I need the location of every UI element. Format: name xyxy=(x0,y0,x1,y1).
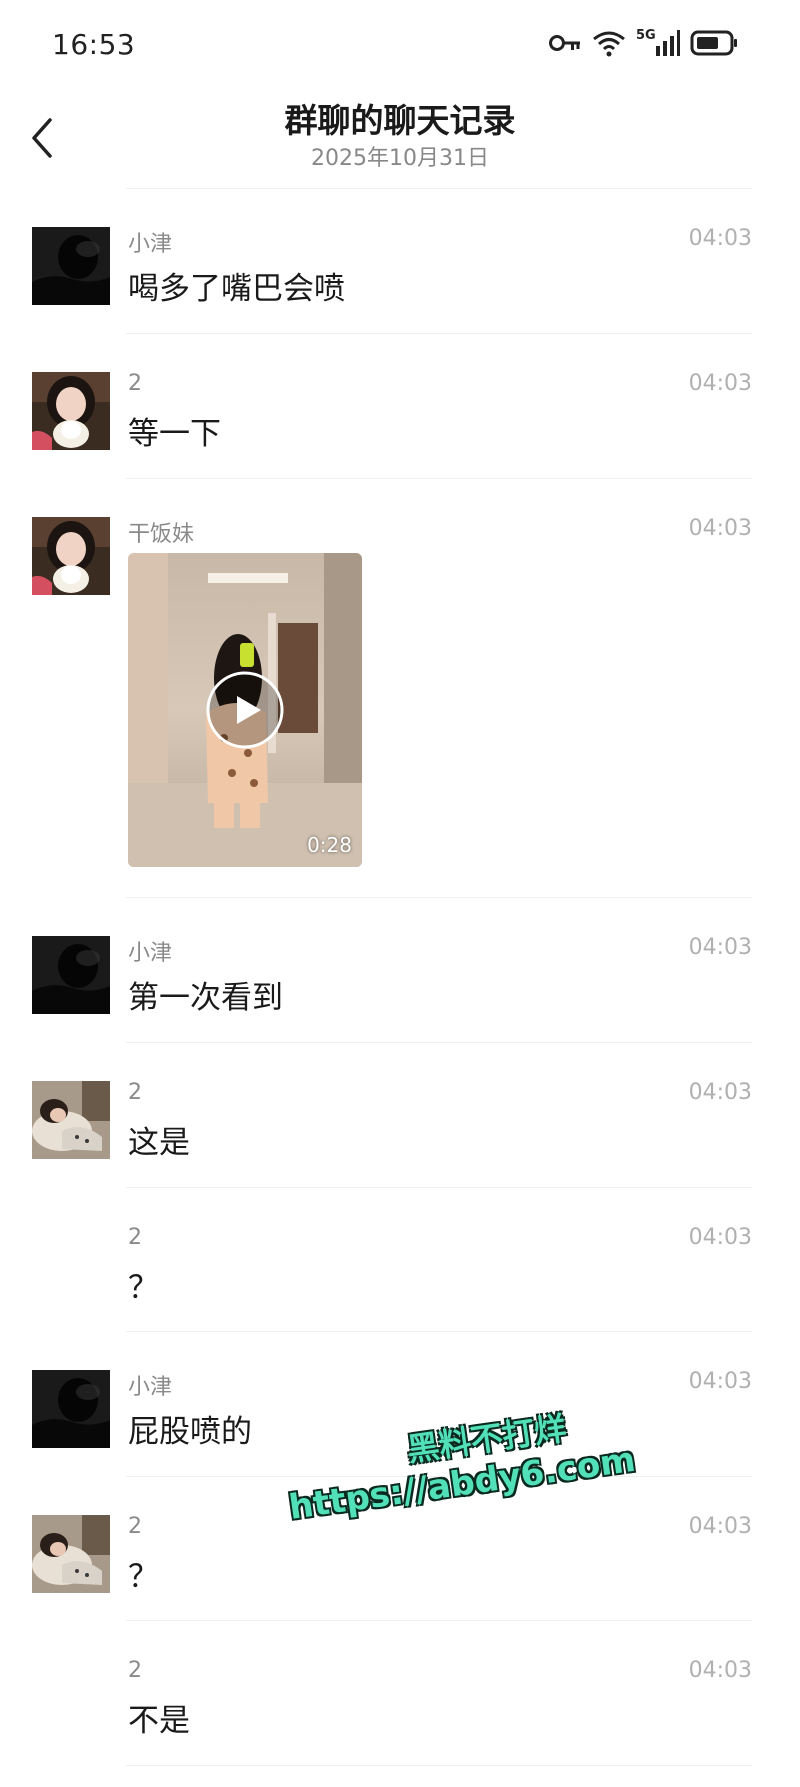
message-text: 等一下 xyxy=(128,416,221,452)
chat-message[interactable]: 2 04:03 这是 xyxy=(0,1043,800,1188)
chat-message[interactable]: 干饭妹 04:03 0:28 xyxy=(0,479,800,898)
chat-message[interactable]: 2 04:03 ？ xyxy=(0,1188,800,1332)
status-icons: 5G xyxy=(548,28,738,58)
page-title: 群聊的聊天记录 xyxy=(284,101,516,140)
avatar[interactable] xyxy=(32,1515,110,1593)
status-bar: 16:53 5G xyxy=(0,0,800,92)
header: 群聊的聊天记录 2025年10月31日 xyxy=(0,92,800,188)
battery-icon xyxy=(690,30,738,56)
divider xyxy=(126,1765,752,1766)
sender-name: 2 xyxy=(128,1514,142,1539)
message-text: 不是 xyxy=(128,1703,190,1739)
sender-name: 小津 xyxy=(128,1375,173,1400)
avatar[interactable] xyxy=(32,517,110,595)
avatar[interactable] xyxy=(32,1370,110,1448)
wifi-icon xyxy=(592,29,626,57)
key-icon xyxy=(548,33,582,53)
video-duration: 0:28 xyxy=(307,833,352,857)
chat-message[interactable]: 2 04:03 等一下 xyxy=(0,334,800,479)
message-text: 这是 xyxy=(128,1125,190,1161)
sender-name: 2 xyxy=(128,1080,142,1105)
sender-name: 干饭妹 xyxy=(128,522,195,547)
message-time: 04:03 xyxy=(688,1369,752,1394)
message-time: 04:03 xyxy=(688,1225,752,1250)
message-text: ？ xyxy=(128,1270,159,1306)
message-time: 04:03 xyxy=(688,226,752,251)
video-message[interactable]: 0:28 xyxy=(128,553,362,867)
page-date: 2025年10月31日 xyxy=(311,146,489,171)
avatar[interactable] xyxy=(32,372,110,450)
message-time: 04:03 xyxy=(688,1080,752,1105)
sender-name: 2 xyxy=(128,1225,142,1250)
message-time: 04:03 xyxy=(688,1514,752,1539)
status-time: 16:53 xyxy=(52,28,136,61)
message-time: 04:03 xyxy=(688,1658,752,1683)
message-time: 04:03 xyxy=(688,935,752,960)
message-text: 第一次看到 xyxy=(128,980,283,1016)
chat-message[interactable]: 小津 04:03 第一次看到 xyxy=(0,898,800,1043)
message-text: 屁股喷的 xyxy=(128,1414,252,1450)
avatar[interactable] xyxy=(32,1081,110,1159)
sender-name: 小津 xyxy=(128,941,173,966)
avatar[interactable] xyxy=(32,936,110,1014)
chat-message[interactable]: 2 04:03 不是 xyxy=(0,1621,800,1766)
message-text: 喝多了嘴巴会喷 xyxy=(128,271,345,307)
sender-name: 小津 xyxy=(128,232,173,257)
avatar[interactable] xyxy=(32,227,110,305)
message-time: 04:03 xyxy=(688,371,752,396)
chat-message[interactable]: 小津 04:03 喝多了嘴巴会喷 xyxy=(0,189,800,334)
message-text: ？ xyxy=(128,1559,159,1595)
message-time: 04:03 xyxy=(688,516,752,541)
play-icon[interactable] xyxy=(205,670,285,750)
sender-name: 2 xyxy=(128,1658,142,1683)
sender-name: 2 xyxy=(128,371,142,396)
signal-icon: 5G xyxy=(636,28,680,58)
